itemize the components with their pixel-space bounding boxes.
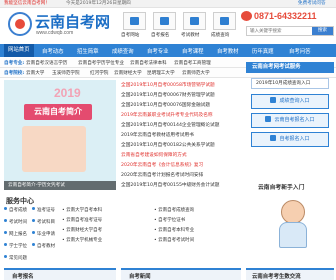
nav-item-majors[interactable]: 自考专业: [147, 47, 169, 55]
service-link[interactable]: 考试科目: [32, 219, 55, 225]
quick-link-label: 自考网站: [121, 33, 140, 38]
news-item[interactable]: 云南省自考建设如何保障的方式: [121, 152, 187, 158]
site-logo[interactable]: 云南自考网 www.cdwqb.com: [3, 10, 110, 41]
nav-item-news[interactable]: 自考动态: [42, 47, 64, 55]
nav-item-qa[interactable]: 自考问答: [289, 47, 311, 55]
news-item[interactable]: 2019年云南自考教材适用考试用书: [121, 132, 194, 138]
search-icon: [213, 12, 236, 30]
major-link[interactable]: 云南自考学历学位专业: [78, 60, 124, 66]
service-list-item[interactable]: • 自考学位证书: [154, 217, 185, 223]
quick-link-label: 考试教材: [181, 33, 200, 38]
banner-illustration: [22, 126, 86, 172]
sidebar-header: 云南自考网考试服务: [246, 62, 334, 73]
tab-exchange[interactable]: 云南自考考生数交流: [246, 268, 334, 280]
service-list-item[interactable]: • 云南大学机械专业: [62, 237, 102, 243]
search-button[interactable]: 搜索: [312, 27, 333, 35]
service-center-title: 服务中心: [6, 197, 34, 205]
news-item[interactable]: 全国2019年10月自考00182公共关系学试题: [121, 142, 215, 148]
apply-button[interactable]: 自考报名入口: [251, 132, 329, 147]
nav-item-home[interactable]: 网站首页: [4, 44, 34, 57]
service-list-item[interactable]: • 云南自考准考证号: [62, 217, 102, 223]
service-link[interactable]: 学士学位: [4, 243, 27, 249]
news-list: 全国2019年10月自考00058市场营销学试题 全国2019年10月自考000…: [121, 80, 241, 190]
link-row-label: 自考专业:: [4, 61, 25, 66]
search-input[interactable]: [247, 27, 309, 35]
main-nav: 网站首页 自考动态 招生简章 成绩查询 自考专业 自考课程 自考教材 历年真题 …: [0, 44, 336, 57]
school-link[interactable]: 云南大学: [26, 70, 44, 76]
exam-select[interactable]: 2019年10月成绩查询入口: [251, 78, 329, 89]
score-query-button[interactable]: 成绩查询入口: [251, 94, 329, 109]
tab-label: 自考报名: [12, 274, 34, 280]
news-item[interactable]: 全国2019年10月自考00144企业管理概论试题: [121, 122, 219, 128]
phone-icon: [241, 11, 252, 21]
school-link[interactable]: 云南师范大学: [182, 70, 210, 76]
banner-caption: 云南自考简介-学历文凭考试: [4, 181, 116, 190]
school-link[interactable]: 红河学院: [90, 70, 108, 76]
logo-url: www.cdwqb.com: [36, 30, 74, 36]
nav-item-admissions[interactable]: 招生简章: [77, 47, 99, 55]
news-item[interactable]: 2019年云南兼职业考试升考专业代码及名称: [121, 112, 213, 118]
quick-link-label: 成绩查询: [211, 33, 230, 38]
nav-item-courses[interactable]: 自考课程: [182, 47, 204, 55]
top-bar-left-text[interactable]: 我能坚信云南自考网！: [4, 1, 50, 7]
school-link[interactable]: 昆明理工大学: [147, 70, 175, 76]
intro-banner[interactable]: 2019 云南自考简介 云南自考简介-学历文凭考试: [4, 80, 116, 190]
service-link[interactable]: 准考证号: [32, 207, 55, 213]
monitor-icon: [123, 12, 146, 30]
service-list-item[interactable]: • 云南财经大学自考: [62, 227, 102, 233]
news-item[interactable]: 全国2019年10月自考00076国际金融试题: [121, 102, 210, 108]
mascot-body: [279, 222, 307, 248]
tab-news[interactable]: 自考新闻: [121, 268, 241, 280]
school-link[interactable]: 玉溪师范学院: [52, 70, 80, 76]
service-list-item[interactable]: • 云南自考成绩查询: [154, 207, 194, 213]
news-item[interactable]: 2020年云南自考《会计信息系统》复习: [121, 162, 203, 168]
link-row-label: 自考院校:: [4, 71, 25, 76]
quick-link-label: 自考报名: [151, 33, 170, 38]
banner-title: 云南自考简介: [24, 104, 92, 120]
service-link[interactable]: 网上报名: [4, 231, 27, 237]
service-list-item[interactable]: • 云南自考考试时间: [154, 237, 194, 243]
service-link[interactable]: 自考成绩: [4, 207, 27, 213]
registration-button[interactable]: 云南自考报名入口: [251, 113, 329, 128]
service-link[interactable]: 考试时间: [4, 219, 27, 225]
top-bar-right-link[interactable]: 免费考试问答: [298, 1, 326, 7]
major-link[interactable]: 云南自考法律本科: [130, 60, 167, 66]
service-list-item[interactable]: • 云南自考本科专业: [154, 227, 194, 233]
search-box: 搜索: [246, 26, 334, 36]
mascot-illustration: [271, 200, 315, 248]
news-item[interactable]: 全国2019年10月自考00155中级财务会计试题: [121, 182, 219, 188]
nav-item-past-papers[interactable]: 历年真题: [252, 47, 274, 55]
service-list-item[interactable]: • 云南大学自考本科: [62, 207, 102, 213]
major-link[interactable]: 云南自考汉语言学历: [26, 60, 67, 66]
beginner-guide-title[interactable]: 云南自考新手入门: [258, 182, 304, 191]
mascot-head: [281, 200, 305, 224]
news-item[interactable]: 全国2019年10月自考00058市场营销学试题: [121, 82, 215, 88]
form-icon: [153, 12, 176, 30]
nav-item-textbooks[interactable]: 自考教材: [217, 47, 239, 55]
school-link[interactable]: 云南财经大学: [114, 70, 142, 76]
tab-label: 云南自考考生数交流: [252, 274, 301, 280]
book-icon: [183, 12, 206, 30]
tab-label: 自考新闻: [129, 274, 151, 280]
top-bar: 我能坚信云南自考网！ 今天是2019年12月26日星期四 免费考试问答: [0, 0, 336, 8]
service-list: • 云南大学自考本科 • 云南自考准考证号 • 云南财经大学自考 • 云南大学机…: [62, 207, 242, 255]
logo-emblem-icon: [8, 12, 32, 36]
logo-title: 云南自考网: [35, 13, 111, 31]
date-text: 今天是2019年12月26日星期四: [66, 1, 131, 6]
hotline-number: 0871-64332211: [254, 11, 317, 21]
news-item[interactable]: 全国2019年10月自考00067财务管理学试题: [121, 92, 215, 98]
tab-registration[interactable]: 自考报名: [4, 268, 116, 280]
major-link[interactable]: 云南自考工商管理: [174, 60, 211, 66]
service-link[interactable]: 自考教材: [32, 243, 55, 249]
service-link[interactable]: 常见问题: [4, 255, 27, 261]
banner-year: 2019: [54, 86, 81, 100]
nav-item-scores[interactable]: 成绩查询: [112, 47, 134, 55]
news-item[interactable]: 2020年云南自考计划报名考试时间安排: [121, 172, 203, 178]
service-link[interactable]: 毕业申请: [32, 231, 55, 237]
